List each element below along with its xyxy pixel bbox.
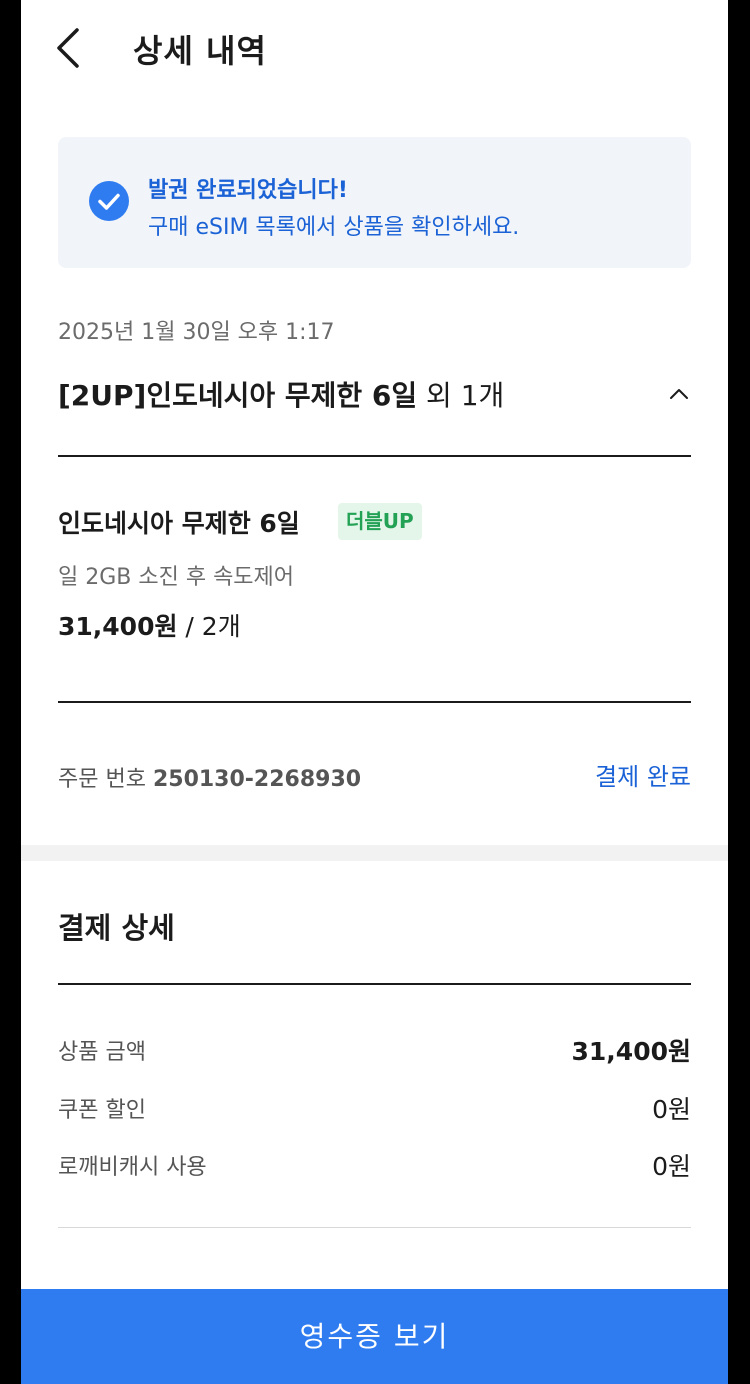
back-button[interactable] <box>51 26 91 70</box>
payment-row-cash-used: 로깨비캐시 사용 0원 <box>58 1149 691 1185</box>
item-description: 일 2GB 소진 후 속도제어 <box>58 565 295 590</box>
order-title-main: [2UP]인도네시아 무제한 6일 <box>58 379 418 412</box>
notice-title: 발권 완료되었습니다! <box>148 178 348 203</box>
divider <box>58 455 691 457</box>
payment-detail-title: 결제 상세 <box>58 911 175 945</box>
issue-complete-notice: 발권 완료되었습니다! 구매 eSIM 목록에서 상품을 확인하세요. <box>58 137 691 268</box>
header: 상세 내역 <box>21 0 728 100</box>
divider <box>58 701 691 703</box>
payment-row-coupon-discount: 쿠폰 할인 0원 <box>58 1092 691 1128</box>
payment-row-value: 0원 <box>652 1095 691 1124</box>
item-quantity: / 2개 <box>177 612 241 641</box>
order-summary-toggle[interactable]: [2UP]인도네시아 무제한 6일 외 1개 <box>58 374 691 418</box>
item-price-qty: 31,400원 / 2개 <box>58 607 241 643</box>
item-name: 인도네시아 무제한 6일 <box>58 509 300 538</box>
divider <box>58 1227 691 1228</box>
payment-status: 결제 완료 <box>595 763 691 791</box>
section-separator <box>21 845 728 861</box>
payment-row-label: 상품 금액 <box>58 1040 146 1065</box>
order-number-label: 주문 번호 <box>58 767 153 792</box>
check-circle-icon <box>89 181 129 221</box>
order-title: [2UP]인도네시아 무제한 6일 외 1개 <box>58 374 691 414</box>
screen: 상세 내역 발권 완료되었습니다! 구매 eSIM 목록에서 상품을 확인하세요… <box>21 0 728 1384</box>
order-number-value: 250130-2268930 <box>152 767 362 792</box>
double-up-badge: 더블UP <box>338 503 422 540</box>
order-title-extra: 외 1개 <box>417 379 505 412</box>
payment-row-product-amount: 상품 금액 31,400원 <box>58 1034 691 1070</box>
divider <box>58 983 691 985</box>
payment-row-value: 31,400원 <box>571 1037 691 1066</box>
view-receipt-button[interactable]: 영수증 보기 <box>21 1289 728 1384</box>
chevron-up-icon <box>670 389 688 399</box>
page-title: 상세 내역 <box>133 32 267 70</box>
order-date: 2025년 1월 30일 오후 1:17 <box>58 320 335 345</box>
payment-row-label: 쿠폰 할인 <box>58 1098 146 1123</box>
chevron-left-icon <box>57 28 79 68</box>
order-number: 주문 번호 250130-2268930 <box>58 761 361 793</box>
payment-row-label: 로깨비캐시 사용 <box>58 1155 207 1180</box>
notice-subtitle: 구매 eSIM 목록에서 상품을 확인하세요. <box>148 215 520 240</box>
payment-row-value: 0원 <box>652 1152 691 1181</box>
item-price: 31,400원 <box>58 612 178 641</box>
